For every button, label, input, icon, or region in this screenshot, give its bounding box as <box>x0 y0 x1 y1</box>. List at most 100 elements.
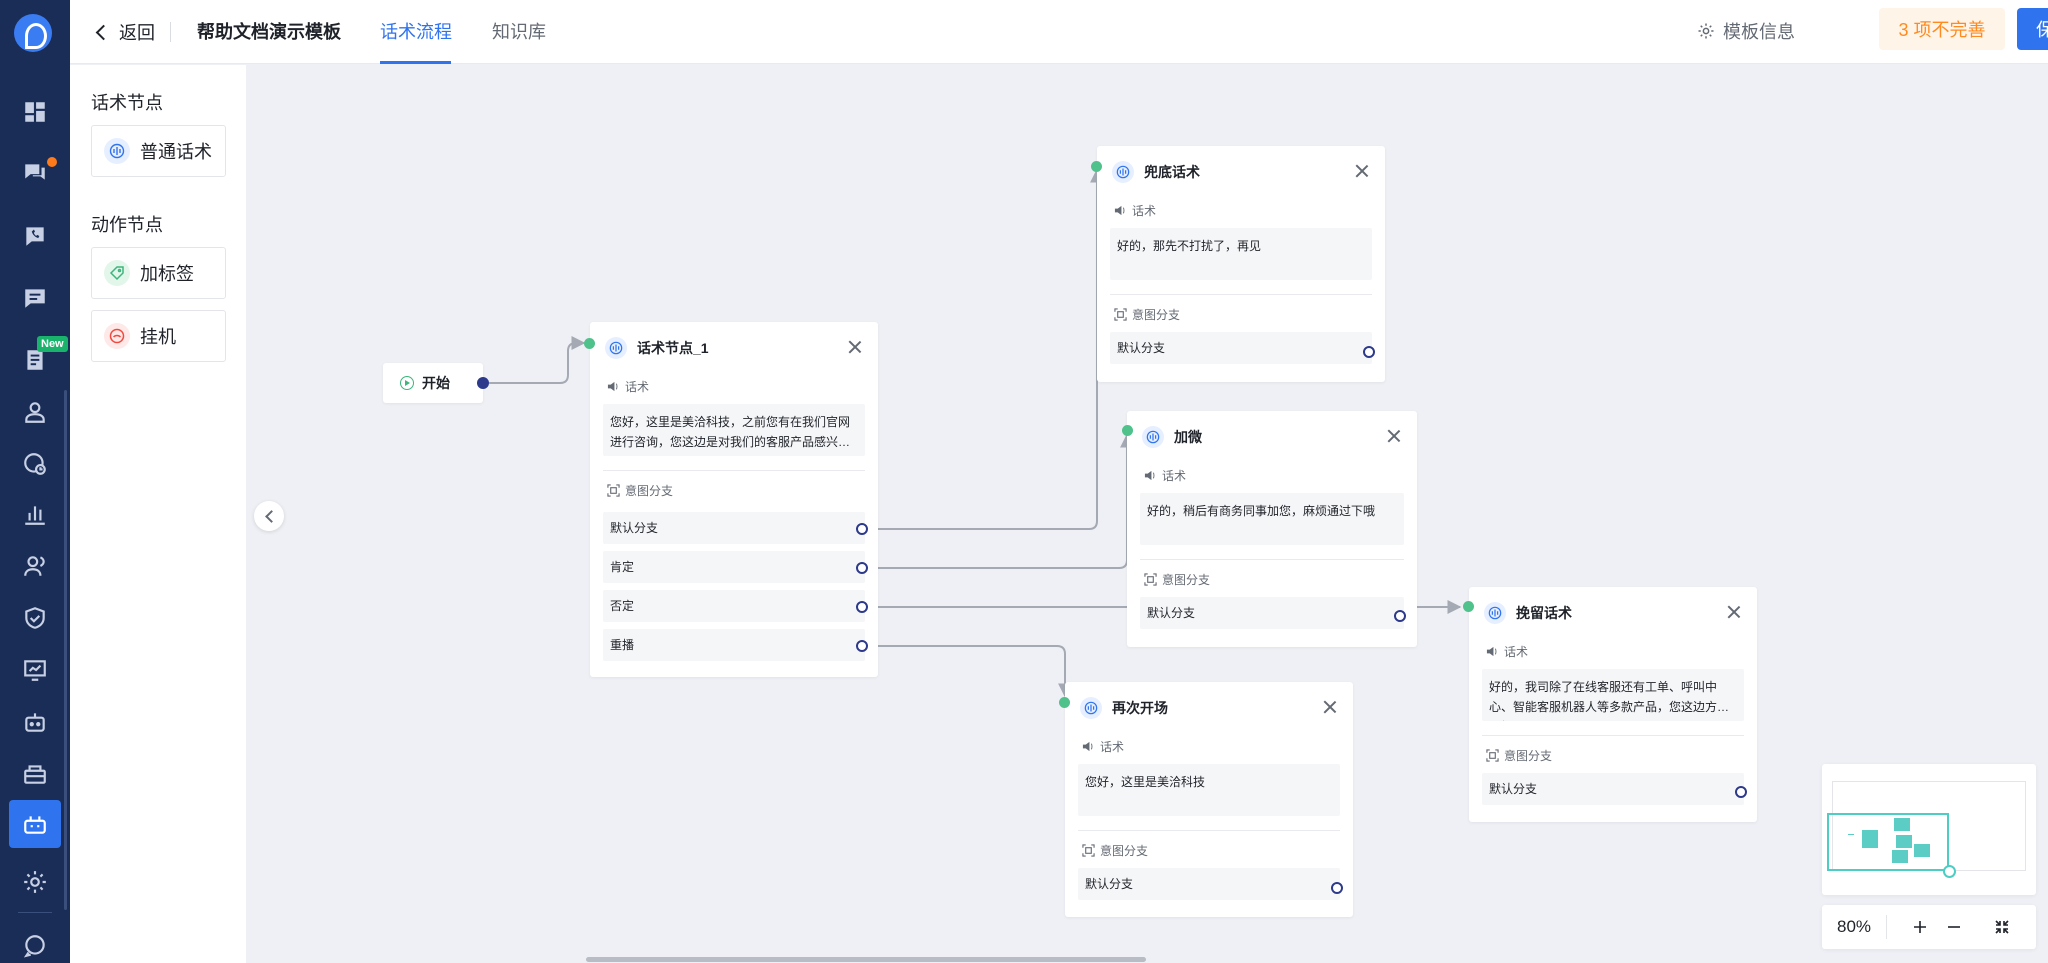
chat-bubbles-icon[interactable] <box>9 148 61 196</box>
retain-default-output-port[interactable] <box>1735 786 1747 798</box>
reopen-default-output-port[interactable] <box>1331 882 1343 894</box>
start-node[interactable]: 开始 <box>383 363 483 403</box>
section-label-text: 话术 <box>1100 740 1125 754</box>
zoom-in-button[interactable] <box>1903 910 1937 944</box>
minimap[interactable] <box>1822 764 2036 895</box>
team-icon[interactable] <box>9 542 61 590</box>
close-icon[interactable] <box>1726 604 1742 620</box>
wechat-default-output-port[interactable] <box>1394 610 1406 622</box>
minimap-resize-handle[interactable] <box>1943 865 1956 878</box>
branch-affirm-output-port[interactable] <box>856 562 868 574</box>
zoom-level: 80% <box>1836 917 1872 936</box>
template-info-label: 模板信息 <box>1723 22 1795 42</box>
template-info-button[interactable]: 模板信息 <box>1697 18 1795 44</box>
intent-section-label: 意图分支 <box>1144 571 1210 588</box>
script-icon <box>1080 697 1102 719</box>
app-logo-icon[interactable] <box>14 14 52 52</box>
reopen-input-port[interactable] <box>1059 697 1070 708</box>
script-node-section-title: 话术节点 <box>91 93 163 113</box>
branch-default[interactable]: 默认分支 <box>1110 332 1372 364</box>
speaker-icon <box>1486 646 1497 657</box>
node-divider <box>1110 294 1372 295</box>
node-title: 加微 <box>1174 429 1202 445</box>
flow-node-script-1[interactable]: 话术节点_1 话术 您好，这里是美洽科技，之前您有在我们官网进行咨询，您这边是对… <box>590 322 878 677</box>
flow-node-retain[interactable]: 挽留话术 话术 好的，我司除了在线客服还有工单、呼叫中心、智能客服机器人等多款产… <box>1469 587 1757 822</box>
hangup-icon <box>104 323 130 349</box>
node1-input-port[interactable] <box>584 338 595 349</box>
branch-affirm[interactable]: 肯定 <box>603 551 865 583</box>
intent-section-label: 意图分支 <box>1114 306 1180 323</box>
retain-input-port[interactable] <box>1463 601 1474 612</box>
script-text[interactable]: 您好，这里是美洽科技 <box>1078 764 1340 816</box>
flow-node-fallback[interactable]: 兜底话术 话术 好的，那先不打扰了，再见 意图分支 默认分支 <box>1097 146 1385 382</box>
speaker-icon <box>1144 470 1155 481</box>
branch-default[interactable]: 默认分支 <box>1482 773 1744 805</box>
close-icon[interactable] <box>1386 428 1402 444</box>
branch-default[interactable]: 默认分支 <box>1078 868 1340 900</box>
back-button[interactable]: 返回 <box>94 16 155 48</box>
intent-scan-icon <box>1486 749 1499 762</box>
branch-deny[interactable]: 否定 <box>603 590 865 622</box>
phone-chat-icon[interactable] <box>9 212 61 260</box>
branch-default[interactable]: 默认分支 <box>603 512 865 544</box>
bar-chart-icon[interactable] <box>9 490 61 538</box>
branch-replay-output-port[interactable] <box>856 640 868 652</box>
shield-icon[interactable] <box>9 594 61 642</box>
document-icon[interactable]: New <box>9 336 68 384</box>
close-icon[interactable] <box>847 339 863 355</box>
palette-item-add-tag[interactable]: 加标签 <box>91 247 226 299</box>
flow-node-add-wechat[interactable]: 加微 话术 好的，稍后有商务同事加您，麻烦通过下哦 意图分支 默认分支 <box>1127 411 1417 647</box>
message-icon[interactable] <box>9 274 61 322</box>
robot-icon[interactable] <box>9 698 61 746</box>
script-text[interactable]: 好的，那先不打扰了，再见 <box>1110 228 1372 280</box>
user-icon[interactable] <box>9 388 61 436</box>
monitor-chart-icon[interactable] <box>9 646 61 694</box>
close-icon[interactable] <box>1354 163 1370 179</box>
palette-item-normal-script[interactable]: 普通话术 <box>91 125 226 177</box>
canvas-horizontal-scrollbar[interactable] <box>586 957 1146 962</box>
branch-default-output-port[interactable] <box>856 523 868 535</box>
save-button[interactable]: 保存 <box>2017 8 2048 50</box>
script-text[interactable]: 好的，稍后有商务同事加您，麻烦通过下哦 <box>1140 493 1404 545</box>
branch-replay[interactable]: 重播 <box>603 629 865 661</box>
fit-view-button[interactable] <box>1985 910 2019 944</box>
robot-flow-icon[interactable] <box>9 800 61 848</box>
collapse-palette-button[interactable] <box>254 501 284 531</box>
fallback-input-port[interactable] <box>1091 161 1102 172</box>
node-title: 再次开场 <box>1112 700 1168 716</box>
branch-default[interactable]: 默认分支 <box>1140 597 1404 629</box>
start-output-port[interactable] <box>477 377 489 389</box>
script-text[interactable]: 您好，这里是美洽科技，之前您有在我们官网进行咨询，您这边是对我们的客服产品感兴趣… <box>603 404 865 456</box>
fallback-default-output-port[interactable] <box>1363 346 1375 358</box>
globe-clock-icon[interactable] <box>9 440 61 488</box>
top-header: 返回 帮助文档演示模板 话术流程 知识库 模板信息 3 项不完善 保存 <box>70 0 2048 64</box>
script-icon <box>605 337 627 359</box>
section-label-text: 话术 <box>1132 204 1157 218</box>
branch-deny-output-port[interactable] <box>856 601 868 613</box>
wechat-input-port[interactable] <box>1122 425 1133 436</box>
script-section-label: 话术 <box>1144 467 1186 484</box>
dashboard-icon[interactable] <box>9 88 61 136</box>
support-chat-icon[interactable] <box>9 922 61 963</box>
chevron-left-icon <box>95 24 112 40</box>
section-label-text: 意图分支 <box>1100 844 1149 858</box>
close-icon[interactable] <box>1322 699 1338 715</box>
robot-box-icon[interactable] <box>9 750 61 798</box>
back-label: 返回 <box>119 23 155 43</box>
node-header: 再次开场 <box>1065 682 1353 734</box>
speaker-icon <box>1114 205 1125 216</box>
tab-script-flow[interactable]: 话术流程 <box>380 18 452 44</box>
rail-scrollbar[interactable] <box>64 390 67 910</box>
flow-node-reopen[interactable]: 再次开场 话术 您好，这里是美洽科技 意图分支 默认分支 <box>1065 682 1353 917</box>
zoom-out-button[interactable] <box>1937 910 1971 944</box>
script-text[interactable]: 好的，我司除了在线客服还有工单、呼叫中心、智能客服机器人等多款产品，您这边方便了… <box>1482 669 1744 721</box>
tab-knowledge-base[interactable]: 知识库 <box>492 18 546 44</box>
app-rail: New <box>0 0 70 963</box>
palette-item-hangup[interactable]: 挂机 <box>91 310 226 362</box>
node-header: 兜底话术 <box>1097 146 1385 198</box>
minimap-viewport[interactable] <box>1827 813 1949 871</box>
play-icon <box>400 376 414 390</box>
active-tab-indicator <box>380 61 451 64</box>
incomplete-warning-button[interactable]: 3 项不完善 <box>1879 8 2005 50</box>
gear-icon[interactable] <box>9 858 61 906</box>
